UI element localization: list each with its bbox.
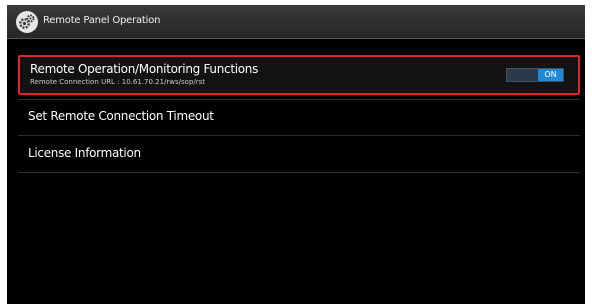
menu-item-label: Remote Operation/Monitoring Functions [30, 62, 259, 76]
window-title: Remote Panel Operation [43, 15, 161, 26]
gears-icon [16, 11, 38, 33]
menu-item-remote-connection-timeout[interactable]: Set Remote Connection Timeout [18, 99, 580, 136]
menu-item-label: Set Remote Connection Timeout [28, 109, 214, 123]
menu-item-license-information[interactable]: License Information [18, 136, 580, 173]
menu-item-label: License Information [28, 146, 141, 160]
toggle-on-label: ON [538, 69, 563, 81]
menu-item-remote-operation[interactable]: Remote Operation/Monitoring Functions Re… [18, 55, 580, 95]
remote-panel-screen: Remote Panel Operation Remote Operation/… [7, 5, 585, 304]
title-bar: Remote Panel Operation [7, 5, 585, 39]
remote-operation-toggle[interactable]: ON [506, 68, 564, 82]
remote-connection-url: Remote Connection URL : 10.61.70.21/rws/… [30, 78, 206, 86]
